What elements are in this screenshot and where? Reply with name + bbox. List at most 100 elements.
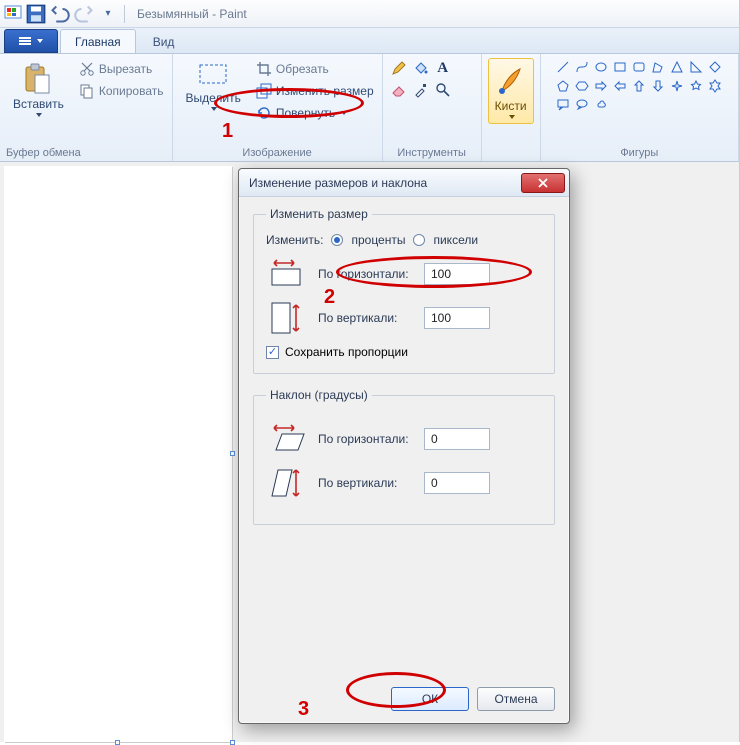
resize-fieldset: Изменить размер Изменить: проценты пиксе… (253, 207, 555, 374)
resize-horizontal-input[interactable] (424, 263, 490, 285)
rotate-icon (256, 105, 272, 121)
cut-label: Вырезать (99, 62, 152, 76)
tab-view[interactable]: Вид (138, 29, 190, 53)
shape-arrow-left[interactable] (611, 77, 629, 95)
skew-vertical-label: По вертикали: (318, 476, 414, 490)
canvas[interactable] (4, 166, 232, 742)
shape-line[interactable] (554, 58, 572, 76)
shape-right-triangle[interactable] (687, 58, 705, 76)
shape-star6[interactable] (706, 77, 724, 95)
shape-oval[interactable] (592, 58, 610, 76)
shape-curve[interactable] (573, 58, 591, 76)
resize-icon (256, 83, 272, 99)
shape-roundrect[interactable] (630, 58, 648, 76)
fill-tool[interactable] (411, 58, 431, 78)
separator (124, 5, 125, 23)
resize-label: Изменить размер (276, 84, 374, 98)
shape-hexagon[interactable] (573, 77, 591, 95)
shapes-grid[interactable] (554, 58, 724, 114)
shape-diamond[interactable] (706, 58, 724, 76)
paste-button[interactable]: Вставить (6, 58, 71, 122)
shape-star4[interactable] (668, 77, 686, 95)
save-icon[interactable] (26, 4, 46, 24)
shape-triangle[interactable] (668, 58, 686, 76)
dialog-body: Изменить размер Изменить: проценты пиксе… (239, 197, 569, 551)
skew-fieldset: Наклон (градусы) По горизонтали: По верт… (253, 388, 555, 525)
copy-icon (79, 83, 95, 99)
skew-legend: Наклон (градусы) (266, 388, 372, 402)
file-menu-button[interactable] (4, 29, 58, 53)
tab-label: Главная (75, 35, 121, 49)
shape-arrow-right[interactable] (592, 77, 610, 95)
vertical-skew-icon (266, 466, 308, 500)
magnifier-tool[interactable] (433, 80, 453, 100)
select-button[interactable]: Выделить (179, 58, 248, 124)
dialog-title: Изменение размеров и наклона (249, 176, 521, 190)
maintain-aspect-checkbox[interactable]: ✓ (266, 346, 279, 359)
resize-skew-dialog: Изменение размеров и наклона Изменить ра… (238, 168, 570, 724)
radio-percent[interactable] (331, 234, 343, 246)
crop-button[interactable]: Обрезать (254, 58, 331, 80)
copy-label: Копировать (99, 84, 164, 98)
resize-handle[interactable] (230, 740, 235, 745)
resize-vertical-input[interactable] (424, 307, 490, 329)
crop-label: Обрезать (276, 62, 329, 76)
group-label: Изображение (242, 145, 311, 159)
cut-button[interactable]: Вырезать (77, 58, 166, 80)
qat-customize-icon[interactable]: ▾ (98, 4, 118, 24)
dialog-titlebar[interactable]: Изменение размеров и наклона (239, 169, 569, 197)
resize-handle[interactable] (115, 740, 120, 745)
resize-vertical-label: По вертикали: (318, 311, 414, 325)
radio-pixels-label: пиксели (433, 233, 478, 247)
skew-vertical-input[interactable] (424, 472, 490, 494)
ok-button[interactable]: ОК (391, 687, 469, 711)
rotate-button[interactable]: Повернуть (254, 102, 349, 124)
text-tool[interactable]: A (433, 58, 453, 78)
titlebar: ▾ Безымянный - Paint (0, 0, 739, 28)
shape-rect[interactable] (611, 58, 629, 76)
shape-pentagon[interactable] (554, 77, 572, 95)
shape-callout-round[interactable] (573, 96, 591, 114)
copy-button[interactable]: Копировать (77, 80, 166, 102)
tab-label: Вид (153, 35, 175, 49)
group-tools: A Инструменты (383, 54, 482, 161)
cancel-button[interactable]: Отмена (477, 687, 555, 711)
undo-icon[interactable] (50, 4, 70, 24)
ok-label: ОК (422, 692, 438, 706)
dialog-footer: ОК Отмена (239, 687, 569, 719)
radio-pixels[interactable] (413, 234, 425, 246)
group-clipboard: Вставить Вырезать Копировать Буфер (0, 54, 173, 161)
brushes-button[interactable]: Кисти (488, 58, 534, 124)
redo-icon[interactable] (74, 4, 94, 24)
group-label: Инструменты (397, 145, 466, 159)
tabs-row: Главная Вид (0, 28, 739, 54)
radio-percent-label: проценты (351, 233, 405, 247)
vertical-resize-icon (266, 301, 308, 335)
scissors-icon (79, 61, 95, 77)
resize-legend: Изменить размер (266, 207, 372, 221)
close-button[interactable] (521, 173, 565, 193)
shape-polygon[interactable] (649, 58, 667, 76)
picker-tool[interactable] (411, 80, 431, 100)
skew-horizontal-label: По горизонтали: (318, 432, 414, 446)
group-image: Выделить Обрезать Изменить размер (173, 54, 383, 161)
resize-button[interactable]: Изменить размер (254, 80, 376, 102)
app-icon (4, 5, 22, 23)
rotate-label: Повернуть (276, 106, 335, 120)
pencil-tool[interactable] (389, 58, 409, 78)
group-label: Фигуры (620, 145, 658, 159)
tools-grid: A (389, 58, 475, 100)
eraser-tool[interactable] (389, 80, 409, 100)
shape-star5[interactable] (687, 77, 705, 95)
shape-callout-cloud[interactable] (592, 96, 610, 114)
skew-horizontal-input[interactable] (424, 428, 490, 450)
shape-arrow-down[interactable] (649, 77, 667, 95)
crop-icon (256, 61, 272, 77)
shape-callout-rect[interactable] (554, 96, 572, 114)
resize-handle[interactable] (230, 451, 235, 456)
shape-arrow-up[interactable] (630, 77, 648, 95)
select-label: Выделить (186, 91, 241, 105)
horizontal-resize-icon (266, 257, 308, 291)
tab-home[interactable]: Главная (60, 29, 136, 53)
ribbon: Вставить Вырезать Копировать Буфер (0, 54, 739, 162)
